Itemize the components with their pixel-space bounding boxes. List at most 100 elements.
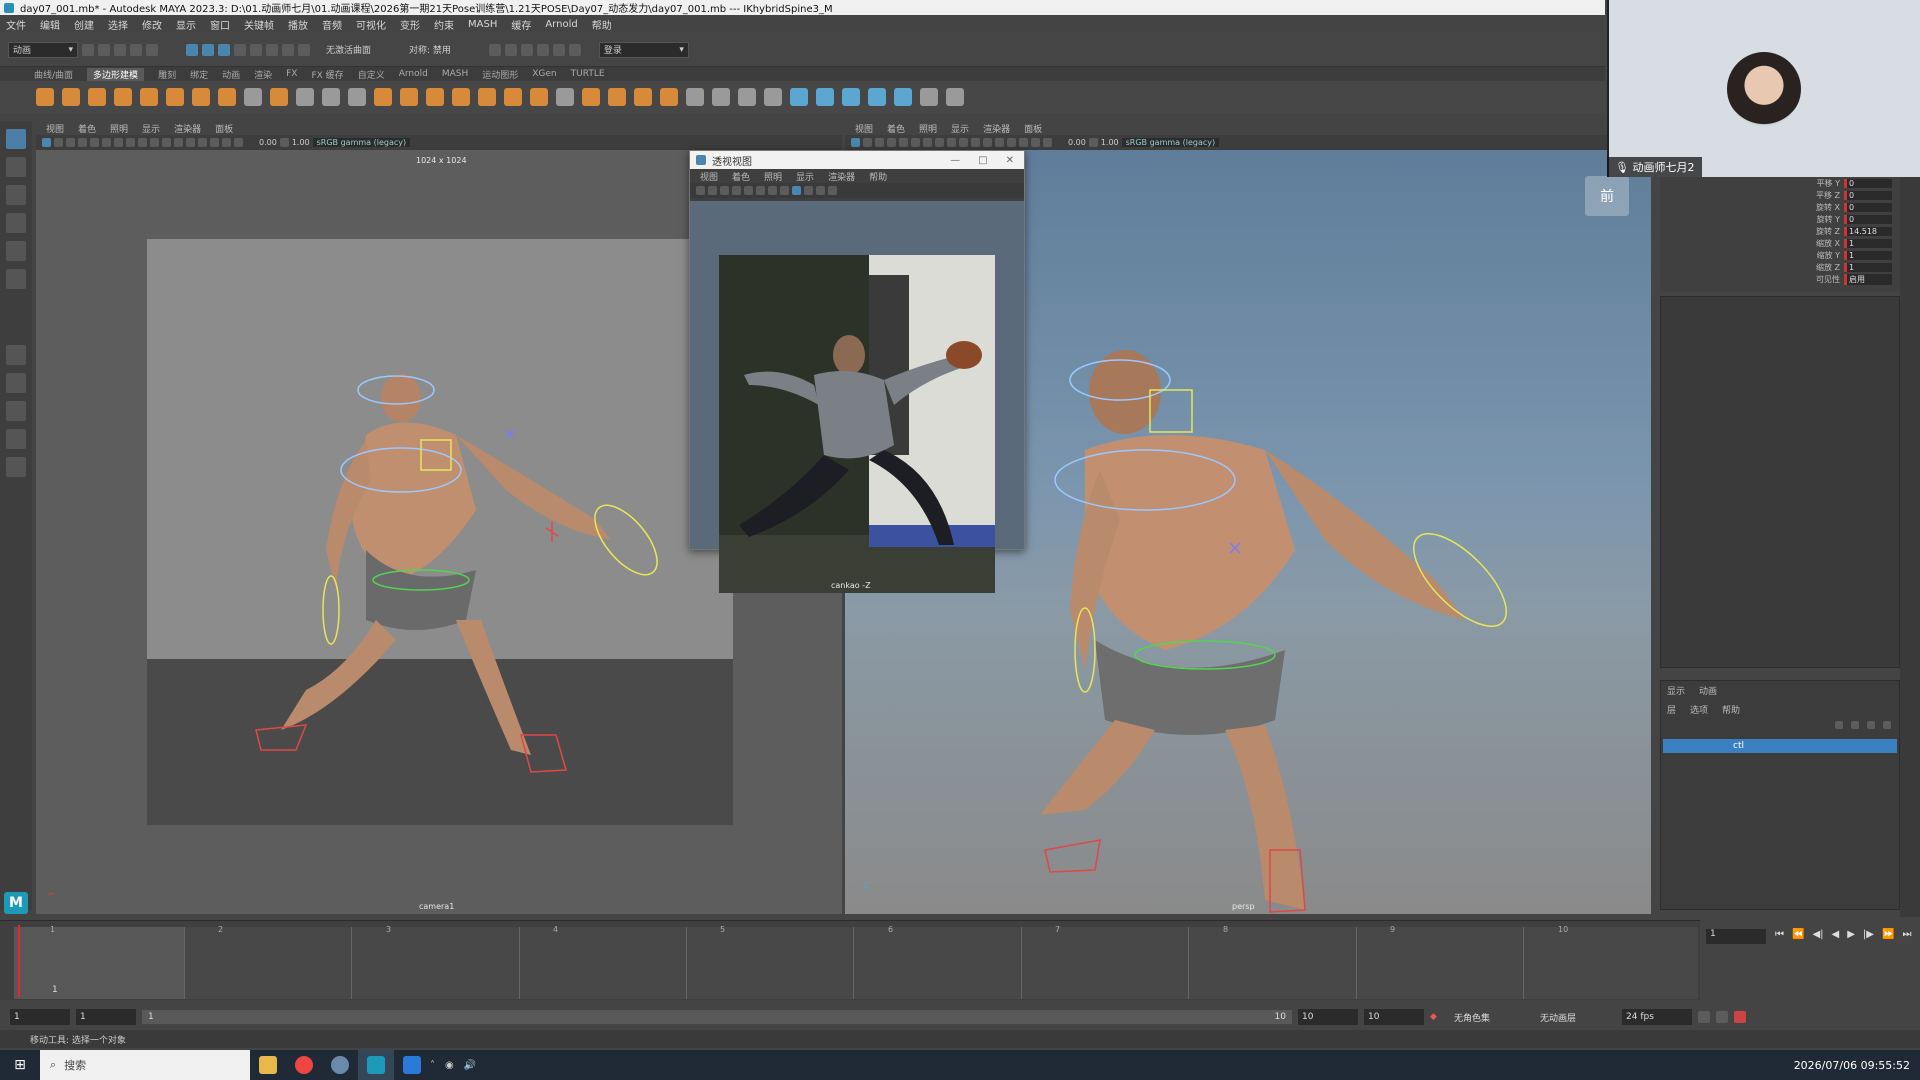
shelf-tab-xgen[interactable]: XGen xyxy=(532,69,556,79)
channel-row[interactable]: 缩放 Y 1 xyxy=(1660,249,1900,261)
select-object-icon[interactable] xyxy=(202,43,214,56)
anim-layer-dropdown[interactable]: 无动画层 xyxy=(1536,1009,1616,1025)
panel-menu-shading[interactable]: 着色 xyxy=(887,122,905,135)
colorspace-label[interactable]: sRGB gamma (legacy) xyxy=(1121,138,1220,147)
taskbar-search[interactable]: ⌕ 搜索 xyxy=(40,1050,250,1080)
boolean-icon[interactable] xyxy=(400,88,418,106)
new-layer-icon[interactable] xyxy=(1867,721,1875,729)
time-slider[interactable]: 1 2 3 4 5 6 7 8 9 10 1 xyxy=(0,920,1700,1000)
panel-menu-show[interactable]: 显示 xyxy=(951,122,969,135)
ref-menu-view[interactable]: 视图 xyxy=(700,170,718,183)
play-forward-icon[interactable]: ▶ xyxy=(1847,929,1855,940)
snap-point-icon[interactable] xyxy=(282,43,294,56)
poly-cylinder-icon[interactable] xyxy=(88,88,106,106)
file-explorer-icon[interactable] xyxy=(250,1050,286,1080)
go-to-end-icon[interactable]: ⏭ xyxy=(1902,929,1911,940)
panel-menu-lighting[interactable]: 照明 xyxy=(919,122,937,135)
panel-menu-view[interactable]: 视图 xyxy=(46,122,64,135)
shelf-tab-turtle[interactable]: TURTLE xyxy=(571,69,605,79)
xray-icon[interactable] xyxy=(816,186,825,195)
anim-prefs-icon[interactable] xyxy=(1734,1011,1746,1023)
menu-playback[interactable]: 播放 xyxy=(288,17,308,32)
layer-tab-display[interactable]: 显示 xyxy=(1667,684,1685,697)
panel-menu-shading[interactable]: 着色 xyxy=(78,122,96,135)
edge-loop-icon[interactable] xyxy=(686,88,704,106)
menu-deform[interactable]: 变形 xyxy=(400,17,420,32)
ref-menu-help[interactable]: 帮助 xyxy=(869,170,887,183)
gamma-value[interactable]: 1.00 xyxy=(1101,138,1119,147)
ref-menu-lighting[interactable]: 照明 xyxy=(764,170,782,183)
open-scene-icon[interactable] xyxy=(98,43,110,56)
poly-plane-icon[interactable] xyxy=(166,88,184,106)
wireframe-icon[interactable] xyxy=(971,138,980,147)
grid-icon[interactable] xyxy=(720,186,729,195)
tray-up-icon[interactable]: ˄ xyxy=(430,1060,435,1071)
range-slider[interactable]: 1 10 xyxy=(142,1010,1292,1024)
channel-row[interactable]: 平移 Z 0 xyxy=(1660,189,1900,201)
layer-menu-layers[interactable]: 层 xyxy=(1667,703,1676,716)
smooth-shade-icon[interactable] xyxy=(174,138,183,147)
windows-start-icon[interactable]: ⊞ xyxy=(0,1050,40,1080)
channel-row[interactable]: 可见性 启用 xyxy=(1660,273,1900,285)
redo-icon[interactable] xyxy=(146,43,158,56)
move-layer-down-icon[interactable] xyxy=(1851,721,1859,729)
connect-icon[interactable] xyxy=(634,88,652,106)
sew-uv-icon[interactable] xyxy=(946,88,964,106)
render-settings-icon[interactable] xyxy=(520,43,533,56)
isolate-icon[interactable] xyxy=(1043,138,1052,147)
select-component-icon[interactable] xyxy=(218,43,230,56)
login-dropdown[interactable]: 登录 ▾ xyxy=(598,41,689,58)
channel-value[interactable]: 启用 xyxy=(1844,273,1892,285)
panel-menu-panels[interactable]: 面板 xyxy=(215,122,233,135)
exposure-value[interactable]: 0.00 xyxy=(259,138,277,147)
merge-icon[interactable] xyxy=(738,88,756,106)
channel-row[interactable]: 平移 Y 0 xyxy=(1660,177,1900,189)
exposure-value[interactable]: 0.00 xyxy=(1068,138,1086,147)
ref-menu-shading[interactable]: 着色 xyxy=(732,170,750,183)
step-back-frame-icon[interactable]: ◀| xyxy=(1812,929,1823,940)
panel-menu-lighting[interactable]: 照明 xyxy=(110,122,128,135)
shelf-tab-rigging[interactable]: 绑定 xyxy=(190,68,208,81)
live-surface-label[interactable]: 无激活曲面 xyxy=(326,43,371,56)
layer-menu-help[interactable]: 帮助 xyxy=(1722,703,1740,716)
bookmark-icon[interactable] xyxy=(66,138,75,147)
outliner-layout-icon[interactable] xyxy=(6,429,26,449)
reference-window-titlebar[interactable]: 透视视图 — □ ✕ xyxy=(690,151,1024,169)
gate-mask-icon[interactable] xyxy=(126,138,135,147)
camera-select-icon[interactable] xyxy=(696,186,705,195)
textures-icon[interactable] xyxy=(186,138,195,147)
shelf-tab-mash[interactable]: MASH xyxy=(442,69,468,79)
shelf-tab-curves[interactable]: 曲线/曲面 xyxy=(34,68,73,81)
poly-sphere-icon[interactable] xyxy=(36,88,54,106)
uv-editor-icon[interactable] xyxy=(296,88,314,106)
character-set-dropdown[interactable]: 无角色集 xyxy=(1450,1009,1530,1025)
taskbar-clock[interactable]: 2026/07/06 09:55:52 xyxy=(1794,1059,1920,1072)
close-icon[interactable]: ✕ xyxy=(1006,155,1014,166)
poly-superellipse-icon[interactable] xyxy=(218,88,236,106)
wireframe-icon[interactable] xyxy=(162,138,171,147)
four-pane-layout-icon[interactable] xyxy=(6,373,26,393)
isolate-icon[interactable] xyxy=(828,186,837,195)
field-chart-icon[interactable] xyxy=(947,138,956,147)
bookmark-icon[interactable] xyxy=(875,138,884,147)
poly-cone-icon[interactable] xyxy=(114,88,132,106)
colorspace-label[interactable]: sRGB gamma (legacy) xyxy=(312,138,411,147)
select-hierarchy-icon[interactable] xyxy=(186,43,198,56)
undo-icon[interactable] xyxy=(130,43,142,56)
playback-end-field[interactable]: 10 xyxy=(1298,1009,1358,1025)
lasso-tool-icon[interactable] xyxy=(6,157,26,177)
menu-select[interactable]: 选择 xyxy=(108,17,128,32)
scale-tool-icon[interactable] xyxy=(6,269,26,289)
cut-uv-icon[interactable] xyxy=(920,88,938,106)
poly-disc-icon[interactable] xyxy=(192,88,210,106)
channel-value[interactable]: 1 xyxy=(1844,250,1892,260)
shadows-icon[interactable] xyxy=(210,138,219,147)
safe-action-icon[interactable] xyxy=(150,138,159,147)
go-to-start-icon[interactable]: ⏮ xyxy=(1775,929,1784,940)
menu-constrain[interactable]: 约束 xyxy=(434,17,454,32)
resolution-gate-icon[interactable] xyxy=(744,186,753,195)
menuset-dropdown[interactable]: 动画 ▾ xyxy=(8,41,78,58)
mirror-icon[interactable] xyxy=(426,88,444,106)
bevel-icon[interactable] xyxy=(478,88,496,106)
minimize-icon[interactable]: — xyxy=(950,155,960,166)
